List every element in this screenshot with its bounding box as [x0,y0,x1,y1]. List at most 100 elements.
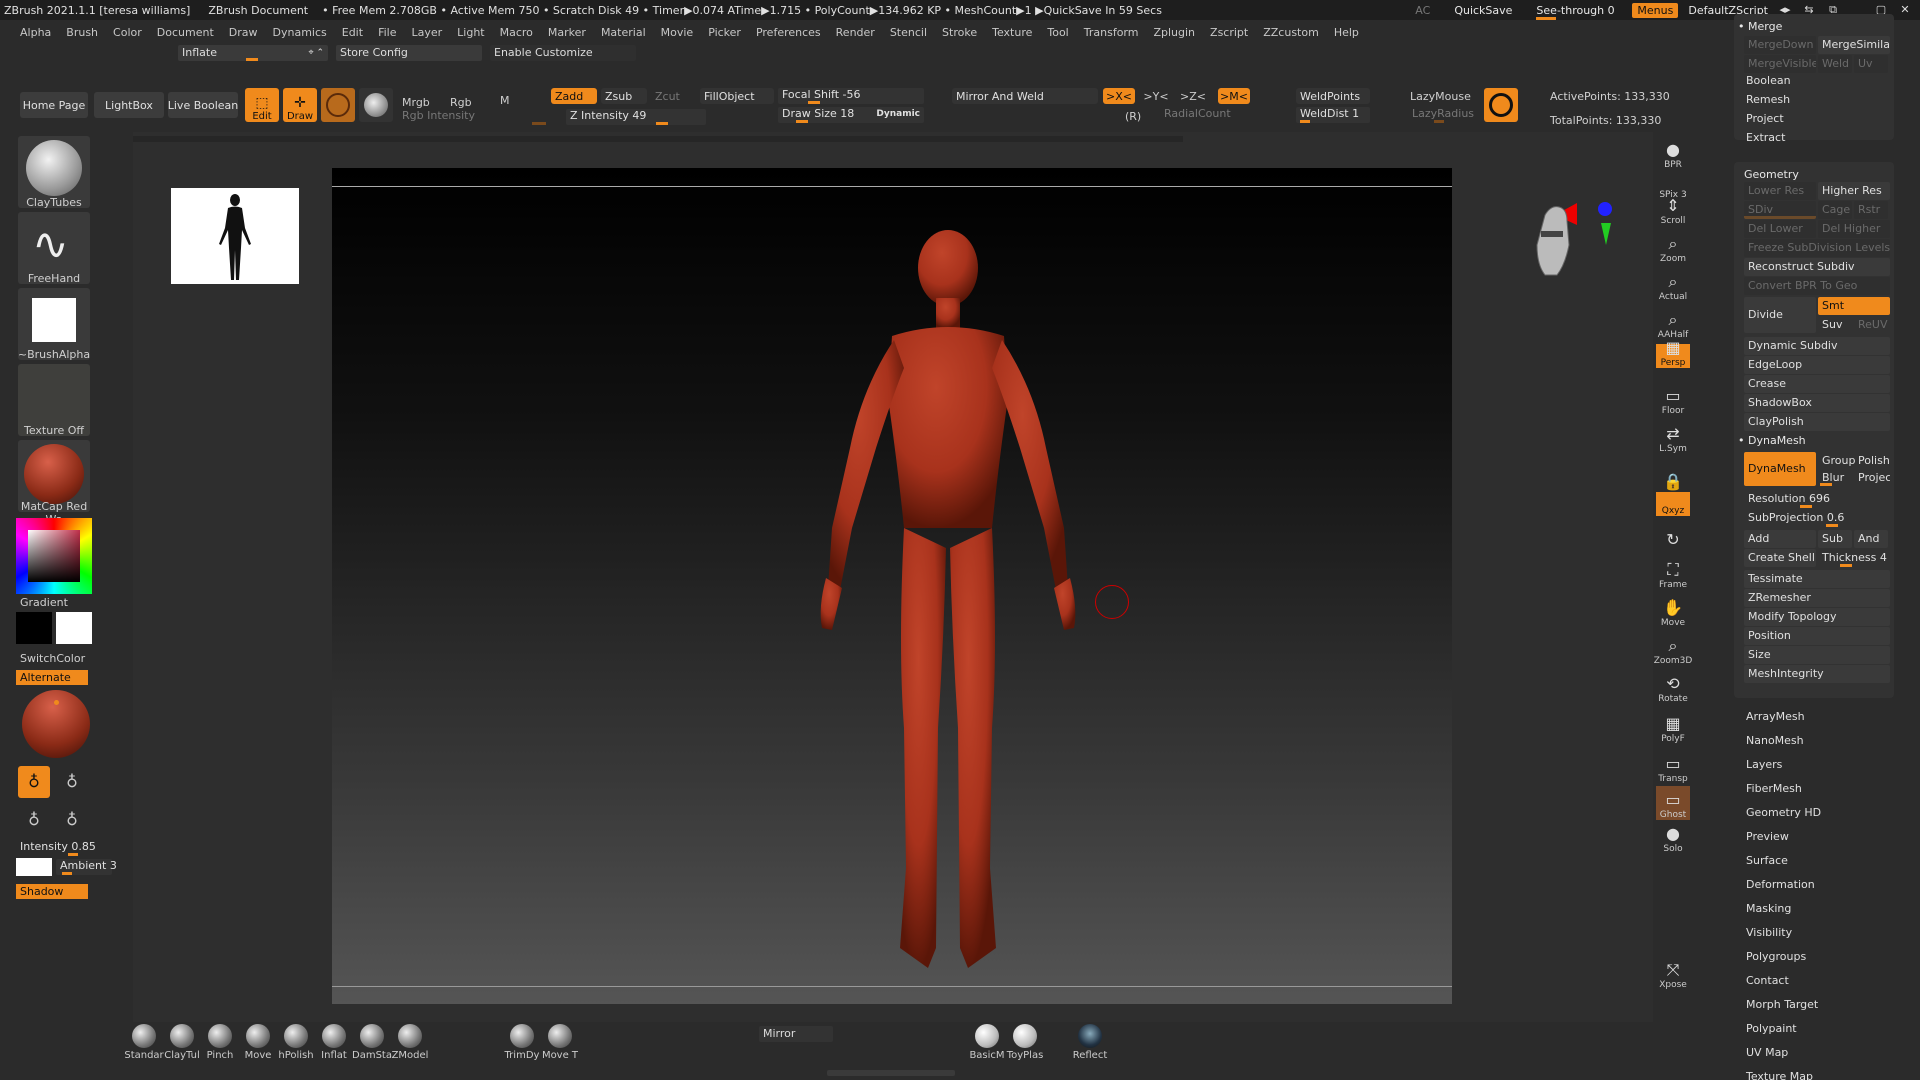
menu-stroke[interactable]: Stroke [942,26,977,39]
zsub-button[interactable]: Zsub [601,88,647,104]
fill-object-button[interactable]: FillObject [700,88,774,104]
close-icon[interactable]: ✕ [1898,4,1912,16]
focal-shift-slider[interactable]: Focal Shift -56 [778,88,924,104]
menu-movie[interactable]: Movie [661,26,694,39]
polyf-button[interactable]: ▦ PolyF [1656,710,1690,744]
subpalette-deformation[interactable]: Deformation [1746,878,1815,891]
floor-button[interactable]: ▭ Floor [1656,382,1690,416]
actual-button[interactable]: ⌕ Actual [1656,268,1690,302]
dynamesh-header[interactable]: • DynaMesh [1738,434,1806,447]
merge-visible-button[interactable]: MergeVisible [1744,55,1816,73]
mrgb-toggle[interactable]: Mrgb [402,96,430,109]
suv-toggle[interactable]: Suv [1818,316,1852,334]
zadd-button[interactable]: Zadd [551,88,597,104]
brush-inflat-button[interactable]: Inflat [315,1024,353,1064]
subpalette-uv-map[interactable]: UV Map [1746,1046,1788,1059]
transp-button[interactable]: ▭ Transp [1656,750,1690,784]
project-item[interactable]: Project [1746,112,1784,125]
quicksave-button[interactable]: QuickSave [1454,4,1512,17]
subpalette-morph-target[interactable]: Morph Target [1746,998,1818,1011]
qxyz-button[interactable]: Qxyz [1656,492,1690,516]
tessimate-item[interactable]: Tessimate [1744,570,1890,588]
viewport-canvas[interactable] [332,168,1452,1004]
meshintegrity-item[interactable]: MeshIntegrity [1744,665,1890,683]
brush-claytul-button[interactable]: ClayTul [163,1024,201,1064]
merge-header[interactable]: • Merge [1738,20,1782,33]
freeze-subdivision-button[interactable]: Freeze SubDivision Levels [1744,239,1890,257]
draw-button[interactable]: ✛ Draw [283,88,317,122]
see-through-slider[interactable]: See-through 0 [1536,4,1622,20]
xpose-button[interactable]: ⤧ Xpose [1656,956,1690,990]
menu-help[interactable]: Help [1334,26,1359,39]
uv-button[interactable]: Uv [1854,55,1888,73]
color-square[interactable] [28,530,80,582]
pin-icon[interactable]: ⌖ ⌃ [309,45,324,61]
light-1-button[interactable]: ♁ [18,766,50,798]
menu-dynamics[interactable]: Dynamics [273,26,327,39]
zremesher-item[interactable]: ZRemesher [1744,589,1890,607]
light-sphere[interactable] [22,690,90,758]
and-button[interactable]: And [1854,530,1888,548]
sdiv-slider[interactable]: SDiv [1744,201,1816,219]
polish-toggle[interactable]: Polish [1854,452,1890,470]
menu-macro[interactable]: Macro [500,26,533,39]
x-symmetry-button[interactable]: >X< [1103,88,1135,104]
groups-toggle[interactable]: Groups [1818,452,1856,470]
color-picker[interactable] [16,518,92,594]
primary-color[interactable] [56,612,92,644]
draw-size-slider[interactable]: Draw Size 18 Dynamic [778,107,924,123]
brush-pinch-button[interactable]: Pinch [201,1024,239,1064]
convert-bpr-button[interactable]: Convert BPR To Geo [1744,277,1890,295]
weld-button[interactable]: Weld [1818,55,1852,73]
axis-gizmo-icon[interactable] [1515,185,1635,295]
light-4-button[interactable]: ♁ [56,804,88,836]
frame-button[interactable]: ⛶ Frame [1656,556,1690,590]
claypolish-item[interactable]: ClayPolish [1744,413,1890,431]
menu-render[interactable]: Render [836,26,875,39]
subpalette-polypaint[interactable]: Polypaint [1746,1022,1797,1035]
size-item[interactable]: Size [1744,646,1890,664]
m-symmetry-button[interactable]: >M< [1218,88,1250,104]
live-boolean-button[interactable]: Live Boolean [168,92,238,118]
solo-button[interactable]: ● Solo [1656,820,1690,854]
subpalette-masking[interactable]: Masking [1746,902,1791,915]
switch-color-button[interactable]: SwitchColor [20,652,100,665]
intensity-slider[interactable]: Intensity 0.85 [16,840,96,856]
merge-similar-button[interactable]: MergeSimilar [1818,36,1890,54]
higher-res-button[interactable]: Higher Res [1818,182,1890,200]
subpalette-arraymesh[interactable]: ArrayMesh [1746,710,1805,723]
resolution-slider[interactable]: Resolution 696 [1744,490,1890,508]
brush-trimdy-button[interactable]: TrimDy [503,1024,541,1064]
figure-model[interactable] [332,168,1452,1004]
brush-move-button[interactable]: Move [239,1024,277,1064]
menu-color[interactable]: Color [113,26,142,39]
ambient-swatch[interactable] [16,858,52,876]
zcut-button[interactable]: Zcut [651,88,691,104]
remesh-item[interactable]: Remesh [1746,93,1790,106]
lazy-mouse-toggle[interactable]: LazyMouse [1410,90,1471,103]
inflate-slider[interactable]: Inflate ⌖ ⌃ [178,45,328,61]
move-button[interactable]: ✋ Move [1656,594,1690,628]
smt-toggle[interactable]: Smt [1818,297,1890,315]
brush-standar-button[interactable]: Standar [124,1024,164,1064]
move-mode-button[interactable] [321,88,355,122]
scale-mode-button[interactable] [359,88,393,122]
menu-zplugin[interactable]: Zplugin [1153,26,1195,39]
subpalette-fibermesh[interactable]: FiberMesh [1746,782,1802,795]
subprojection-slider[interactable]: SubProjection 0.6 [1744,509,1890,527]
lazy-radius-slider[interactable]: LazyRadius [1408,107,1482,123]
store-config-button[interactable]: Store Config [336,45,482,61]
create-shell-button[interactable]: Create Shell [1744,549,1816,567]
extract-item[interactable]: Extract [1746,131,1785,144]
subpalette-geometry-hd[interactable]: Geometry HD [1746,806,1821,819]
menu-layer[interactable]: Layer [411,26,442,39]
menu-brush[interactable]: Brush [66,26,98,39]
subpalette-preview[interactable]: Preview [1746,830,1789,843]
z-symmetry-button[interactable]: >Z< [1177,88,1209,104]
light-position-dot[interactable] [54,700,59,705]
thickness-slider[interactable]: Thickness 4 [1818,549,1890,567]
radial-count-slider[interactable]: RadialCount [1160,107,1250,123]
blur-slider[interactable]: Blur [1818,469,1856,487]
y-symmetry-button[interactable]: >Y< [1140,88,1172,104]
alternate-button[interactable]: Alternate [16,670,88,685]
